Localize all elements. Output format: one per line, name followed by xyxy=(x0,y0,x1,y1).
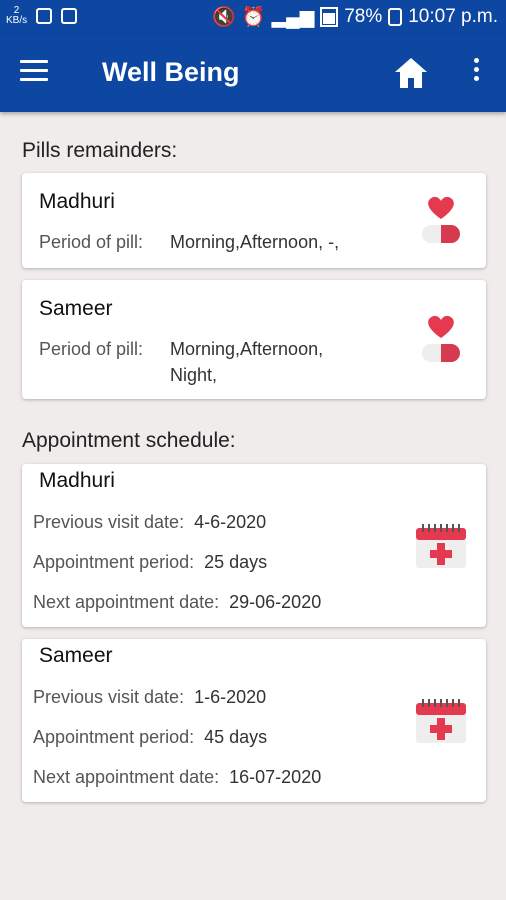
clock: 10:07 p.m. xyxy=(408,6,498,27)
pill-card[interactable]: Madhuri Period of pill: Morning,Afternoo… xyxy=(22,173,486,268)
appointment-section-title: Appointment schedule: xyxy=(22,429,236,452)
pill-card-name: Sameer xyxy=(39,297,113,320)
more-vert-icon[interactable] xyxy=(466,58,486,88)
appointment-card[interactable]: Madhuri Previous visit date: 4-6-2020 Ap… xyxy=(22,464,486,627)
image-icon xyxy=(61,8,78,24)
pill-period-label: Period of pill: xyxy=(39,232,144,252)
pill-heart-icon xyxy=(418,193,464,252)
pill-period-value: Morning,Afternoon, -, xyxy=(170,232,340,252)
app-title: Well Being xyxy=(102,57,240,87)
battery-percent: 78% xyxy=(344,6,383,27)
next-appointment-row: Next appointment date: 16-07-2020 xyxy=(33,767,322,787)
pill-period-value: Morning,Afternoon, Night, xyxy=(170,339,324,385)
status-bar: 2 KB/s 🔇 ⏰ ▂▄▆ 78% 10:07 p.m. xyxy=(0,0,506,34)
next-appointment-row: Next appointment date: 29-06-2020 xyxy=(33,592,322,612)
calendar-plus-icon xyxy=(414,697,468,750)
appointment-period-row: Appointment period: 45 days xyxy=(33,727,268,747)
appointment-card[interactable]: Sameer Previous visit date: 1-6-2020 App… xyxy=(22,639,486,802)
battery-icon xyxy=(320,7,339,27)
pill-heart-icon xyxy=(418,312,464,371)
notification-icon xyxy=(36,8,53,24)
pill-card-name: Madhuri xyxy=(39,190,115,213)
previous-visit-row: Previous visit date: 4-6-2020 xyxy=(33,512,267,532)
pill-period-label: Period of pill: xyxy=(39,339,144,359)
appointment-card-name: Madhuri xyxy=(39,469,115,492)
previous-visit-row: Previous visit date: 1-6-2020 xyxy=(33,687,267,707)
pill-card[interactable]: Sameer Period of pill: Morning,Afternoon… xyxy=(22,280,486,399)
calendar-plus-icon xyxy=(414,522,468,575)
network-speed: 2 KB/s xyxy=(6,5,28,26)
pills-section-title: Pills remainders: xyxy=(22,139,178,162)
alarm-icon: ⏰ xyxy=(241,7,266,28)
signal-icon: ▂▄▆ xyxy=(271,6,315,28)
home-icon[interactable] xyxy=(393,56,429,90)
appointment-period-row: Appointment period: 25 days xyxy=(33,552,268,572)
menu-icon[interactable] xyxy=(20,60,48,84)
battery-saver-icon xyxy=(388,8,403,26)
app-bar: Well Being xyxy=(0,34,506,112)
mute-icon: 🔇 xyxy=(212,7,236,28)
appointment-card-name: Sameer xyxy=(39,644,113,667)
